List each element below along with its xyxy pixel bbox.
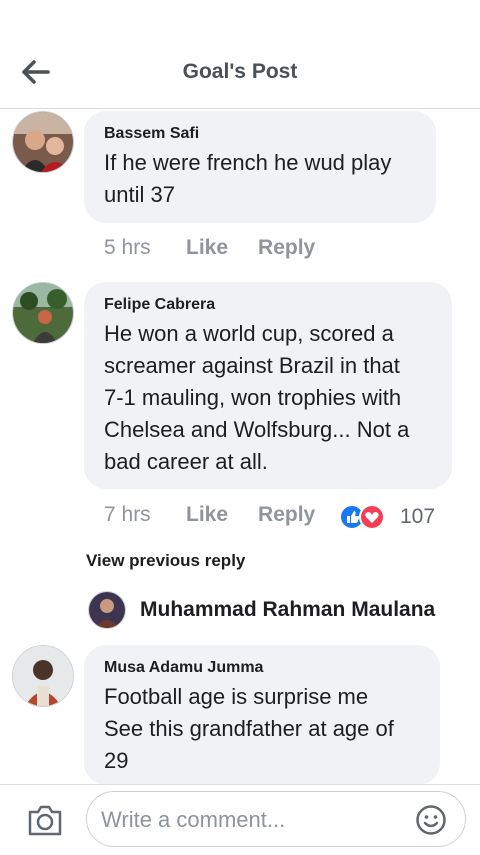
comment-author[interactable]: Musa Adamu Jumma (104, 659, 420, 677)
comment-line: bad career at all. (104, 449, 268, 474)
comment-line: See this grandfather at age of (104, 716, 394, 741)
comment-line: screamer against Brazil in that (104, 353, 400, 378)
comment-line: until 37 (104, 182, 175, 207)
comment-bubble: Bassem Safi If he were french he wud pla… (84, 111, 436, 223)
view-previous-reply-link[interactable]: View previous reply (86, 551, 245, 571)
comment-bubble: Musa Adamu Jumma Football age is surpris… (84, 645, 440, 785)
comment-author[interactable]: Bassem Safi (104, 125, 416, 143)
avatar[interactable] (12, 111, 74, 173)
comment-text: He won a world cup, scored a screamer ag… (104, 318, 432, 478)
top-bar: Goal's Post (0, 0, 480, 109)
like-love-reactions-icon (339, 504, 385, 530)
user-photo-icon (13, 112, 73, 172)
comment-actions: 5 hrs Like Reply (104, 236, 345, 260)
comment-line: Football age is surprise me (104, 684, 369, 709)
comment-input-box[interactable] (86, 791, 466, 847)
comment-time: 5 hrs (104, 236, 151, 259)
comment-composer (0, 784, 480, 855)
user-photo-icon (13, 283, 73, 343)
avatar[interactable] (12, 645, 74, 707)
reply-button[interactable]: Reply (258, 236, 315, 260)
reply-author-name[interactable]: Muhammad Rahman Maulana (140, 598, 435, 622)
comment-text: Football age is surprise me See this gra… (104, 681, 420, 777)
emoji-icon[interactable] (415, 804, 447, 836)
reply-button[interactable]: Reply (258, 503, 315, 527)
comment-author[interactable]: Felipe Cabrera (104, 296, 432, 314)
comment-bubble: Felipe Cabrera He won a world cup, score… (84, 282, 452, 489)
comment-text: If he were french he wud play until 37 (104, 147, 416, 211)
user-photo-icon (89, 592, 125, 628)
like-button[interactable]: Like (186, 236, 228, 260)
comment-line: 29 (104, 748, 129, 773)
like-button[interactable]: Like (186, 503, 228, 527)
reaction-summary[interactable]: 107 (338, 503, 435, 531)
comment-line: He won a world cup, scored a (104, 321, 394, 346)
comment-line: 7-1 mauling, won trophies with (104, 385, 402, 410)
comment-line: Chelsea and Wolfsburg... Not a (104, 417, 410, 442)
comment-input[interactable] (99, 800, 403, 840)
comment-line: If he were french he wud play (104, 150, 392, 175)
reaction-count: 107 (400, 505, 436, 528)
page-title: Goal's Post (182, 60, 298, 83)
camera-icon[interactable] (26, 801, 64, 839)
avatar[interactable] (12, 282, 74, 344)
comment-time: 7 hrs (104, 503, 151, 526)
avatar[interactable] (88, 591, 126, 629)
user-photo-icon (13, 646, 73, 706)
comment-actions: 7 hrs Like Reply (104, 503, 345, 527)
